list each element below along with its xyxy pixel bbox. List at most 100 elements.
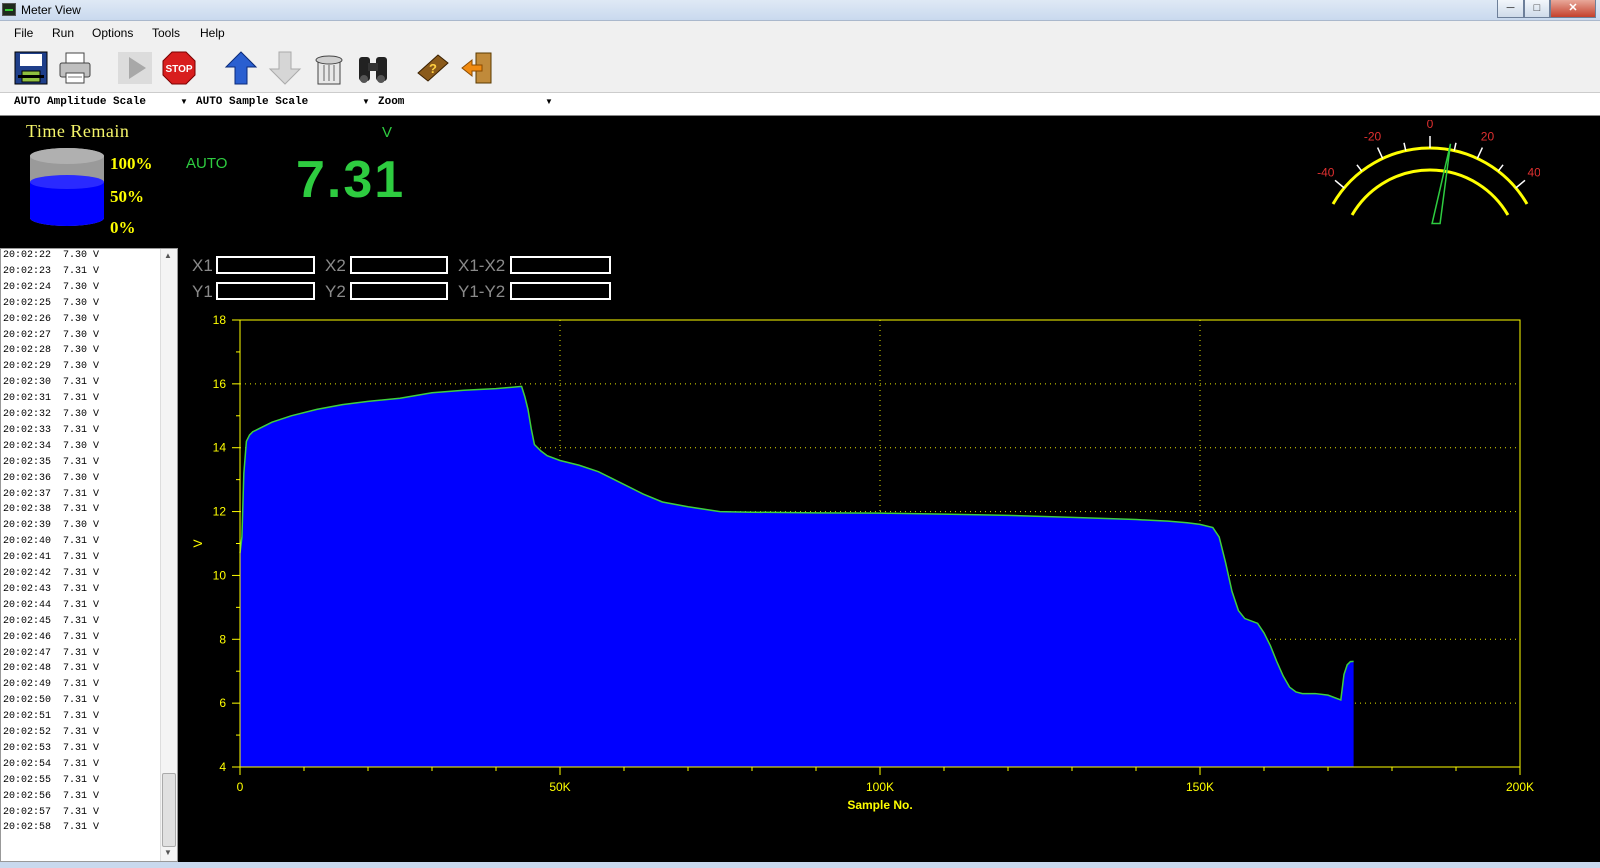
x2-field[interactable] <box>350 256 448 274</box>
gauge-tick-label: 40 <box>1528 166 1540 180</box>
y-tick-label: 18 <box>213 313 227 327</box>
log-row[interactable]: 20:02:38 7.31 V <box>3 504 99 515</box>
log-row[interactable]: 20:02:53 7.31 V <box>3 743 99 754</box>
x2-label: X2 <box>325 256 346 275</box>
y-tick-label: 6 <box>219 696 226 710</box>
x-tick-label: 200K <box>1506 780 1534 794</box>
download-button[interactable] <box>266 49 304 87</box>
y1-field[interactable] <box>216 282 315 300</box>
save-button[interactable] <box>12 49 50 87</box>
log-row[interactable]: 20:02:30 7.31 V <box>3 377 99 388</box>
log-row[interactable]: 20:02:55 7.31 V <box>3 775 99 786</box>
gauge-tick <box>1356 164 1363 172</box>
sample-scale-select[interactable]: AUTO Sample Scale <box>196 96 308 108</box>
log-row[interactable]: 20:02:28 7.30 V <box>3 345 99 356</box>
battery-50-label: 50% <box>110 187 144 206</box>
y-tick-label: 8 <box>219 632 226 646</box>
log-row[interactable]: 20:02:24 7.30 V <box>3 282 99 293</box>
log-row[interactable]: 20:02:25 7.30 V <box>3 298 99 309</box>
y2-label: Y2 <box>325 282 346 301</box>
gauge-tick <box>1497 164 1504 172</box>
taskbar-strip <box>0 862 1600 868</box>
x-tick-label: 100K <box>866 780 894 794</box>
log-row[interactable]: 20:02:35 7.31 V <box>3 457 99 468</box>
reading-log[interactable]: ▲ ▼ 20:02:22 7.30 V 20:02:23 7.31 V 20:02:… <box>0 248 178 862</box>
menu-options[interactable]: Options <box>92 26 133 40</box>
upload-button[interactable] <box>222 49 260 87</box>
log-row[interactable]: 20:02:31 7.31 V <box>3 393 99 404</box>
log-row[interactable]: 20:02:44 7.31 V <box>3 600 99 611</box>
help-book-icon: ? <box>417 54 449 82</box>
log-row[interactable]: 20:02:51 7.31 V <box>3 711 99 722</box>
scroll-thumb[interactable] <box>162 773 176 847</box>
x1-field[interactable] <box>216 256 315 274</box>
trash-button[interactable] <box>310 49 348 87</box>
log-row[interactable]: 20:02:39 7.30 V <box>3 520 99 531</box>
log-row[interactable]: 20:02:22 7.30 V <box>3 250 99 261</box>
log-row[interactable]: 20:02:46 7.31 V <box>3 632 99 643</box>
zoom-select[interactable]: Zoom <box>378 96 404 108</box>
download-icon <box>268 51 302 85</box>
log-row[interactable]: 20:02:34 7.30 V <box>3 441 99 452</box>
log-row[interactable]: 20:02:37 7.31 V <box>3 489 99 500</box>
app-icon <box>2 3 16 16</box>
y2-field[interactable] <box>350 282 448 300</box>
log-scrollbar[interactable]: ▲ ▼ <box>160 249 177 861</box>
log-row[interactable]: 20:02:48 7.31 V <box>3 663 99 674</box>
scale-combo-bar: AUTO Amplitude Scale ▼ AUTO Sample Scale… <box>0 92 1600 116</box>
log-row[interactable]: 20:02:47 7.31 V <box>3 648 99 659</box>
log-row[interactable]: 20:02:36 7.30 V <box>3 473 99 484</box>
log-row[interactable]: 20:02:43 7.31 V <box>3 584 99 595</box>
close-button[interactable]: ✕ <box>1550 0 1596 18</box>
log-row[interactable]: 20:02:23 7.31 V <box>3 266 99 277</box>
log-row[interactable]: 20:02:40 7.31 V <box>3 536 99 547</box>
log-row[interactable]: 20:02:52 7.31 V <box>3 727 99 738</box>
chevron-down-icon[interactable]: ▼ <box>362 97 370 106</box>
log-row[interactable]: 20:02:54 7.31 V <box>3 759 99 770</box>
log-row[interactable]: 20:02:41 7.31 V <box>3 552 99 563</box>
y1-y2-field[interactable] <box>510 282 611 300</box>
exit-button[interactable] <box>458 49 496 87</box>
stop-button[interactable]: STOP <box>160 49 198 87</box>
log-row[interactable]: 20:02:27 7.30 V <box>3 330 99 341</box>
amplitude-scale-select[interactable]: AUTO Amplitude Scale <box>14 96 146 108</box>
menu-run[interactable]: Run <box>52 26 74 40</box>
exit-icon <box>461 52 492 84</box>
log-row[interactable]: 20:02:29 7.30 V <box>3 361 99 372</box>
trash-icon <box>315 55 343 85</box>
minimize-button[interactable]: ─ <box>1497 0 1524 18</box>
log-row[interactable]: 20:02:50 7.31 V <box>3 695 99 706</box>
scroll-down-icon[interactable]: ▼ <box>164 848 172 857</box>
log-row[interactable]: 20:02:57 7.31 V <box>3 807 99 818</box>
log-row[interactable]: 20:02:26 7.30 V <box>3 314 99 325</box>
print-icon <box>59 52 91 84</box>
maximize-button[interactable]: □ <box>1524 0 1550 18</box>
menu-help[interactable]: Help <box>200 26 225 40</box>
log-row[interactable]: 20:02:49 7.31 V <box>3 679 99 690</box>
log-row[interactable]: 20:02:56 7.31 V <box>3 791 99 802</box>
log-row[interactable]: 20:02:45 7.31 V <box>3 616 99 627</box>
chevron-down-icon[interactable]: ▼ <box>180 97 188 106</box>
menu-tools[interactable]: Tools <box>152 26 180 40</box>
scroll-up-icon[interactable]: ▲ <box>164 251 172 260</box>
battery-0-label: 0% <box>110 218 136 237</box>
gauge-needle <box>1431 143 1452 225</box>
print-button[interactable] <box>56 49 94 87</box>
battery-100-label: 100% <box>110 154 153 173</box>
find-button[interactable] <box>354 49 392 87</box>
x-tick-label: 0 <box>237 780 244 794</box>
menu-file[interactable]: File <box>14 26 33 40</box>
log-row[interactable]: 20:02:58 7.31 V <box>3 822 99 833</box>
log-row[interactable]: 20:02:32 7.30 V <box>3 409 99 420</box>
help-button[interactable]: ? <box>414 49 452 87</box>
voltage-chart[interactable]: 4 6 8 10 12 14 16 18 0 50K 100K 150K 200K Sample No. V <box>180 312 1580 832</box>
log-row[interactable]: 20:02:33 7.31 V <box>3 425 99 436</box>
menu-bar: File Run Options Tools Help <box>0 21 1600 45</box>
save-icon <box>14 51 48 85</box>
play-button[interactable] <box>116 49 154 87</box>
x-axis-label: Sample No. <box>847 798 912 812</box>
chevron-down-icon[interactable]: ▼ <box>545 97 553 106</box>
x1-x2-label: X1-X2 <box>458 256 506 275</box>
x1-x2-field[interactable] <box>510 256 611 274</box>
log-row[interactable]: 20:02:42 7.31 V <box>3 568 99 579</box>
